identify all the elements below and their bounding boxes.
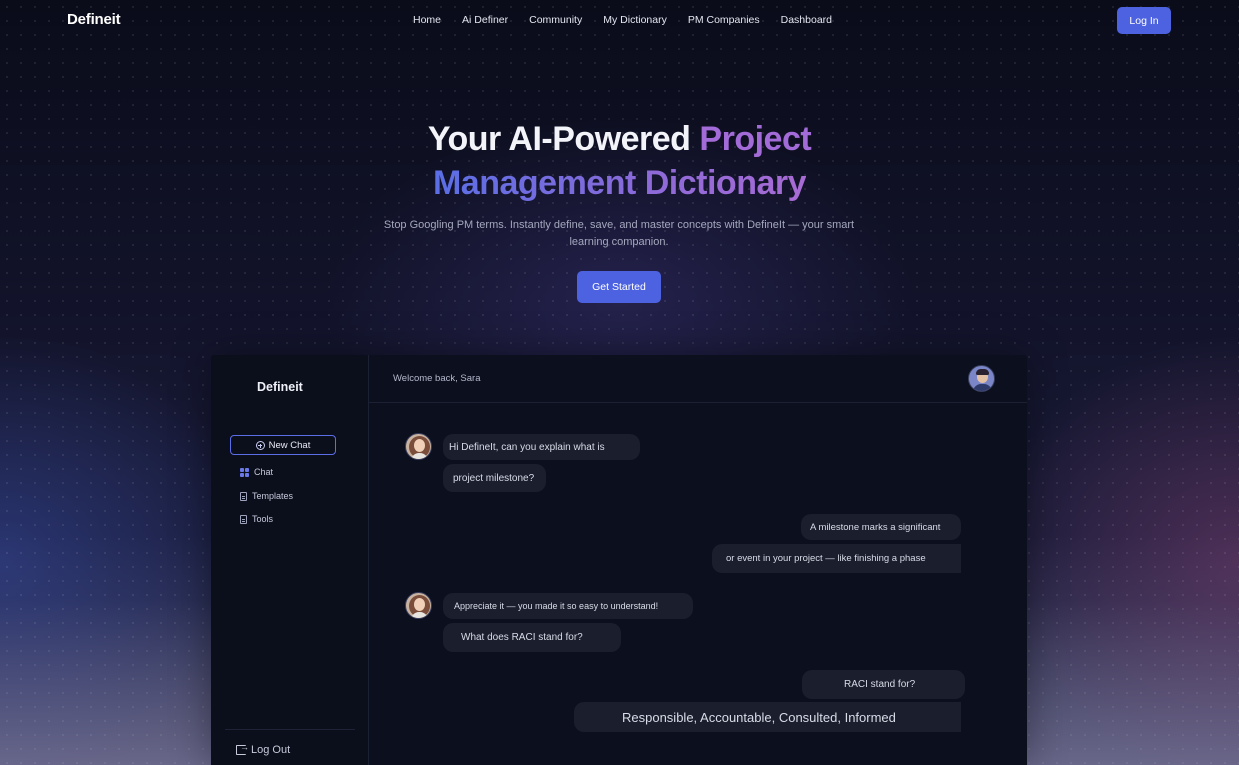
app-sidebar: Defineit New Chat Chat Templates Tools L… (211, 355, 369, 765)
logout-button[interactable]: Log Out (236, 742, 291, 756)
chat-message: Appreciate it — you made it so easy to u… (443, 593, 693, 619)
hero-title-part3: Management Dictionary (432, 164, 807, 202)
new-chat-label: New Chat (268, 439, 311, 451)
chat-message: Hi DefineIt, can you explain what is (443, 434, 640, 460)
plus-circle-icon (255, 440, 265, 450)
nav-link-community[interactable]: Community (529, 14, 582, 26)
sidebar-item-label: Chat (254, 467, 274, 477)
nav-link-dashboard[interactable]: Dashboard (781, 14, 832, 26)
chat-header: Welcome back, Sara (369, 355, 1027, 403)
landing-page: Defineit Home Ai Definer Community My Di… (0, 0, 1239, 765)
sidebar-item-label: Templates (252, 491, 294, 501)
chat-message: project milestone? (443, 464, 546, 492)
welcome-text: Welcome back, Sara (393, 373, 481, 384)
top-navigation: Defineit Home Ai Definer Community My Di… (0, 0, 1239, 40)
sidebar-item-label: Tools (252, 514, 274, 524)
sender-avatar (405, 592, 432, 619)
chat-message: What does RACI stand for? (443, 623, 621, 652)
nav-link-pm-companies[interactable]: PM Companies (688, 14, 760, 26)
login-button[interactable]: Log In (1117, 7, 1171, 34)
sender-avatar (405, 433, 432, 460)
new-chat-button[interactable]: New Chat (230, 435, 336, 455)
chat-reply: Responsible, Accountable, Consulted, Inf… (574, 702, 961, 732)
grid-icon (240, 467, 249, 477)
brand-logo[interactable]: Defineit (67, 11, 121, 28)
hero-title-part2: Project (699, 120, 812, 158)
sidebar-item-chat[interactable]: Chat (240, 467, 273, 477)
hero-title: Your AI-Powered Project Management Dicti… (0, 117, 1239, 205)
logout-label: Log Out (251, 744, 291, 756)
chat-reply: A milestone marks a significant (801, 514, 961, 540)
app-logo: Defineit (257, 380, 303, 394)
chat-reply: RACI stand for? (802, 670, 965, 699)
sidebar-item-templates[interactable]: Templates (240, 491, 293, 501)
hero-title-part1: Your AI-Powered (427, 120, 700, 158)
nav-link-home[interactable]: Home (413, 14, 441, 26)
app-preview: Defineit New Chat Chat Templates Tools L… (211, 355, 1027, 765)
logout-icon (236, 742, 249, 755)
sidebar-item-tools[interactable]: Tools (240, 514, 273, 524)
nav-link-ai-definer[interactable]: Ai Definer (462, 14, 508, 26)
chat-reply: or event in your project — like finishin… (712, 544, 961, 573)
user-avatar[interactable] (968, 365, 995, 392)
nav-link-my-dictionary[interactable]: My Dictionary (603, 14, 667, 26)
document-icon (240, 491, 247, 501)
hero-subtitle: Stop Googling PM terms. Instantly define… (383, 219, 855, 248)
sidebar-divider (225, 729, 355, 730)
get-started-button[interactable]: Get Started (577, 271, 661, 303)
nav-links: Home Ai Definer Community My Dictionary … (413, 14, 832, 26)
book-icon (240, 514, 247, 524)
